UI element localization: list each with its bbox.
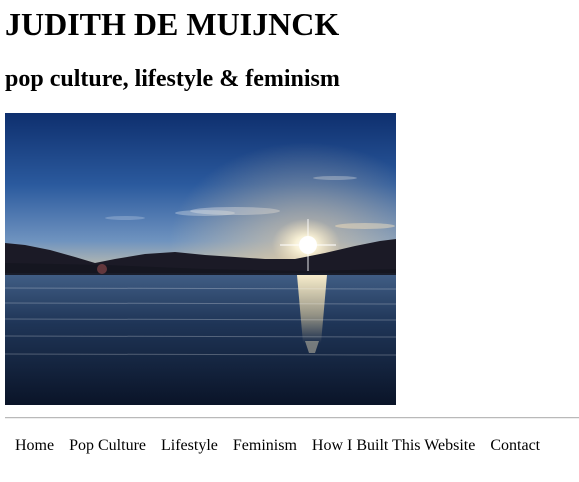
hero-image <box>5 113 396 405</box>
nav-item-contact: Contact <box>490 436 540 456</box>
nav-item-pop-culture: Pop Culture <box>69 436 146 456</box>
nav-item-home: Home <box>15 436 54 456</box>
sunset-lake-illustration <box>5 113 396 405</box>
nav-item-how-i-built-this-website: How I Built This Website <box>312 436 475 456</box>
main-navigation: Home Pop Culture Lifestyle Feminism How … <box>15 436 540 456</box>
nav-link-how-i-built-this-website[interactable]: How I Built This Website <box>312 437 475 454</box>
site-tagline: pop culture, lifestyle & feminism <box>5 66 340 92</box>
nav-link-lifestyle[interactable]: Lifestyle <box>161 437 218 454</box>
nav-item-lifestyle: Lifestyle <box>161 436 218 456</box>
nav-link-contact[interactable]: Contact <box>490 437 540 454</box>
nav-item-feminism: Feminism <box>233 436 297 456</box>
header-divider <box>5 417 579 419</box>
nav-link-feminism[interactable]: Feminism <box>233 437 297 454</box>
nav-link-home[interactable]: Home <box>15 437 54 454</box>
nav-link-pop-culture[interactable]: Pop Culture <box>69 437 146 454</box>
site-title: JUDITH DE MUIJNCK <box>5 6 340 42</box>
